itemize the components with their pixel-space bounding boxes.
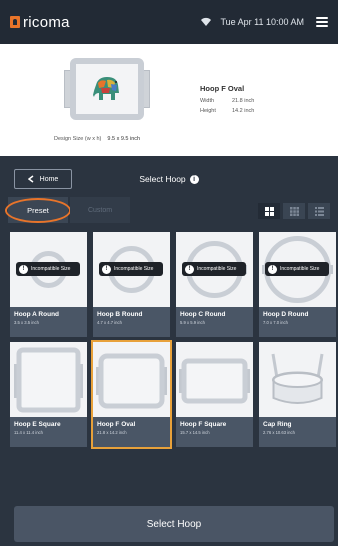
elephant-design-icon: [93, 77, 119, 100]
hoop-image: [259, 342, 336, 417]
hoop-card-d-round[interactable]: ! Incompatible Size Hoop D Round 7.0 x 7.…: [259, 232, 336, 337]
hoop-name: Cap Ring: [263, 421, 292, 428]
hoop-size: 7.0 x 7.0 inch: [263, 320, 288, 325]
status-bar: ricoma Tue Apr 11 10:00 AM: [0, 0, 338, 44]
preset-highlight-ring: [5, 198, 71, 223]
cap-ring-icon: [271, 353, 324, 404]
design-size-label: Design Size (w x h): [54, 136, 102, 142]
hoop-size: 5.9 x 5.9 inch: [180, 320, 205, 325]
alert-icon: !: [268, 264, 277, 274]
hoop-height-row: Height 14.2 inch: [200, 108, 255, 114]
hoop-size: 3.5 x 3.5 inch: [14, 320, 39, 325]
hoop-preview: [64, 58, 150, 120]
incompatible-badge: ! Incompatible Size: [265, 262, 329, 276]
datetime: Tue Apr 11 10:00 AM: [220, 17, 304, 27]
large-grid-view-icon[interactable]: [258, 203, 280, 219]
hoop-info: Hoop F Oval Width 21.8 inch Height 14.2 in…: [200, 84, 254, 118]
ricoma-logo: ricoma: [10, 14, 70, 31]
hoop-size: 4.7 x 4.7 inch: [97, 320, 122, 325]
hoop-card-e-square[interactable]: Hoop E Square 11.4 x 11.4 inch: [10, 342, 87, 447]
hoop-image: [93, 342, 170, 417]
hoop-size: 11.4 x 11.4 inch: [14, 430, 43, 435]
hoop-size: 2.76 x 10.63 inch: [263, 430, 295, 435]
info-icon[interactable]: i: [189, 175, 199, 185]
hoop-card-f-square[interactable]: Hoop F Square 15.7 x 14.5 inch: [176, 342, 253, 447]
hamburger-menu-icon[interactable]: [316, 17, 328, 27]
hoop-frame: [70, 58, 144, 120]
list-view-icon[interactable]: [308, 203, 330, 219]
select-hoop-button[interactable]: Select Hoop: [14, 506, 334, 542]
design-preview-panel: Design Size (w x h) 9.5 x 9.5 inch Hoop F…: [0, 44, 338, 156]
hoop-size: 21.8 x 14.2 inch: [97, 430, 127, 435]
square-hoop-icon: [179, 358, 250, 404]
alert-icon: !: [102, 264, 111, 274]
wifi-icon: [200, 17, 212, 27]
hoop-image: [10, 342, 87, 417]
hoop-name: Hoop A Round: [14, 311, 60, 318]
hoop-size: 15.7 x 14.5 inch: [180, 430, 210, 435]
hoop-card-f-oval[interactable]: Hoop F Oval 21.8 x 14.2 inch: [91, 340, 172, 449]
hoop-name: Hoop C Round: [180, 311, 226, 318]
selected-hoop-name: Hoop F Oval: [200, 84, 245, 93]
design-size-value: 9.5 x 9.5 inch: [107, 136, 141, 142]
incompatible-badge: ! Incompatible Size: [182, 262, 246, 276]
hoop-image: [176, 342, 253, 417]
hoop-card-b-round[interactable]: ! Incompatible Size Hoop B Round 4.7 x 4.…: [93, 232, 170, 337]
status-right: Tue Apr 11 10:00 AM: [200, 17, 328, 27]
page-title: Select Hoop i: [0, 174, 338, 185]
view-toggle: [258, 203, 330, 219]
title-bar: Home Select Hoop i: [0, 164, 338, 194]
hoop-name: Hoop F Square: [180, 421, 227, 428]
hoop-card-a-round[interactable]: ! Incompatible Size Hoop A Round 3.5 x 3.…: [10, 232, 87, 337]
logo-text: ricoma: [23, 13, 70, 31]
logo-mark-icon: [10, 16, 20, 28]
hoop-card-cap-ring[interactable]: Cap Ring 2.76 x 10.63 inch: [259, 342, 336, 447]
hoop-name: Hoop B Round: [97, 311, 143, 318]
tab-custom[interactable]: Custom: [70, 197, 130, 223]
alert-icon: !: [19, 264, 28, 274]
incompatible-badge: ! Incompatible Size: [99, 262, 163, 276]
tab-strip: Preset Custom: [0, 197, 338, 225]
hoop-card-c-round[interactable]: ! Incompatible Size Hoop C Round 5.9 x 5.…: [176, 232, 253, 337]
square-hoop-icon: [14, 347, 83, 413]
hoop-name: Hoop E Square: [14, 421, 61, 428]
hoop-name: Hoop D Round: [263, 311, 309, 318]
small-grid-view-icon[interactable]: [283, 203, 305, 219]
hoop-width-row: Width 21.8 inch: [200, 98, 255, 104]
oval-hoop-icon: [96, 353, 167, 409]
design-size: Design Size (w x h) 9.5 x 9.5 inch: [54, 136, 140, 142]
incompatible-badge: ! Incompatible Size: [16, 262, 80, 276]
alert-icon: !: [185, 264, 194, 274]
hoop-name: Hoop F Oval: [97, 421, 136, 428]
